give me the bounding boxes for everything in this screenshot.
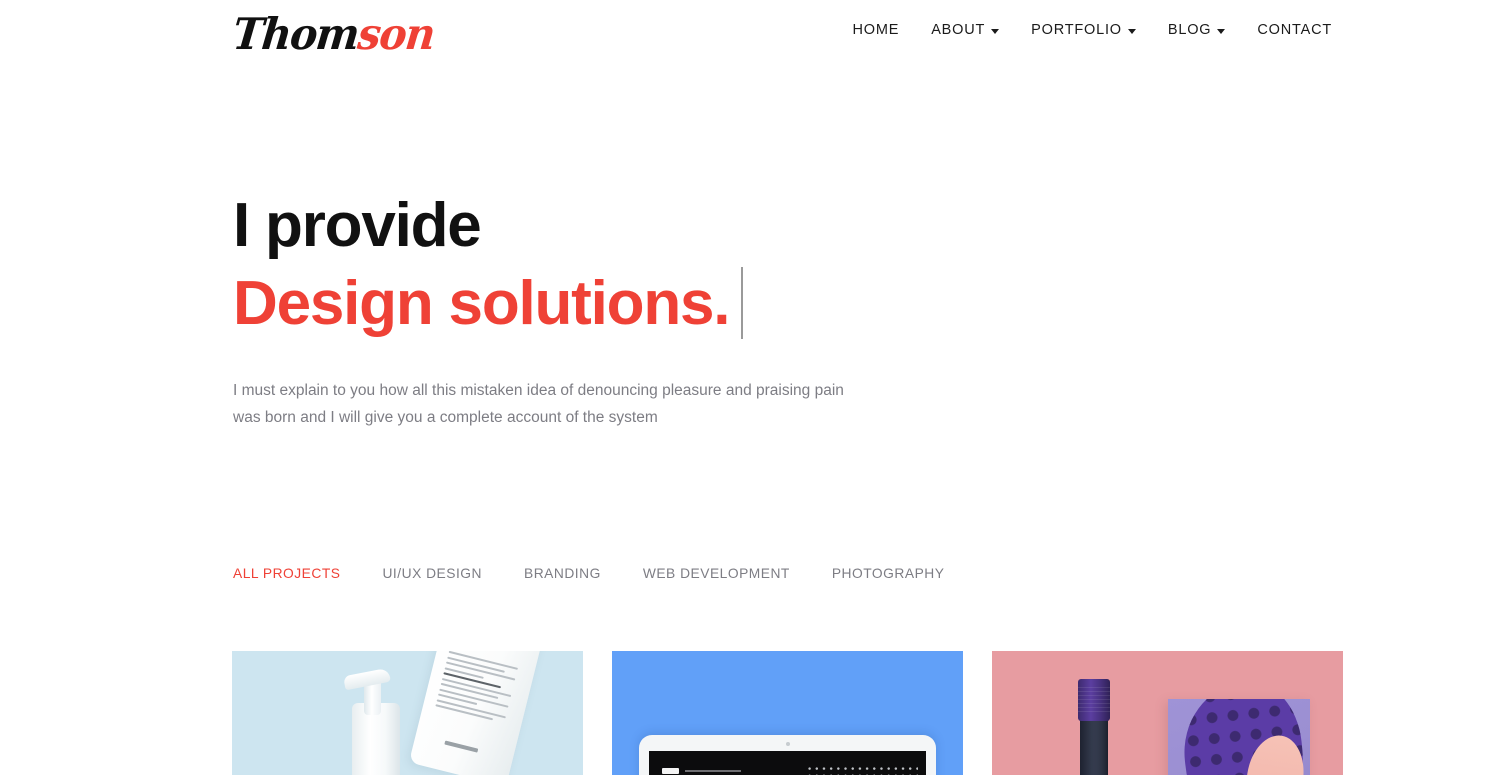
portfolio-card-essential-packaging[interactable]: COLLECTION Essential <box>992 651 1343 775</box>
chevron-down-icon <box>991 29 1000 34</box>
nav-item-home-label: HOME <box>852 22 900 38</box>
camera-icon <box>785 742 790 746</box>
main-navigation: HOME ABOUT PORTFOLIO BLOG CONTACT <box>837 22 1349 38</box>
site-logo[interactable]: Thomson <box>230 8 436 60</box>
portfolio-filter-bar: ALL PROJECTS UI/UX DESIGN BRANDING WEB D… <box>233 566 986 581</box>
nav-item-home[interactable]: HOME <box>837 22 916 38</box>
filter-web-development[interactable]: WEB DEVELOPMENT <box>643 566 790 581</box>
logo-wordmark: Thomson <box>230 8 436 59</box>
nav-item-contact[interactable]: CONTACT <box>1241 22 1348 38</box>
labeled-bottle <box>408 651 548 775</box>
label-text-lines <box>434 651 522 728</box>
chevron-down-icon <box>1127 29 1136 34</box>
nav-item-portfolio-label: PORTFOLIO <box>1031 22 1122 38</box>
nav-item-about-label: ABOUT <box>931 22 986 38</box>
tablet-screen <box>649 751 926 775</box>
filter-ui-ux-design[interactable]: UI/UX DESIGN <box>382 566 482 581</box>
filter-all-projects[interactable]: ALL PROJECTS <box>233 566 340 581</box>
screen-logo-badge <box>662 768 679 774</box>
screen-text-rule <box>685 770 741 772</box>
logo-text-accent: son <box>355 8 437 59</box>
essential-poster: COLLECTION Essential <box>1168 699 1310 775</box>
portfolio-card-tablet-mockup[interactable] <box>612 651 963 775</box>
hero-heading-line-2-row: Design solutions. <box>233 267 1133 340</box>
nav-item-blog-label: BLOG <box>1167 22 1212 38</box>
filter-photography[interactable]: PHOTOGRAPHY <box>832 566 945 581</box>
page-root: Thomson HOME ABOUT PORTFOLIO BLOG CONTAC… <box>0 0 1503 775</box>
label-line <box>437 693 477 705</box>
typing-cursor <box>741 267 744 340</box>
portfolio-card-cosmetic-bottles[interactable] <box>232 651 583 775</box>
nav-item-contact-label: CONTACT <box>1257 22 1332 38</box>
nav-item-portfolio[interactable]: PORTFOLIO <box>1015 22 1152 38</box>
tube-cap-ridges <box>1078 687 1110 713</box>
nav-item-blog[interactable]: BLOG <box>1152 22 1242 38</box>
logo-text-primary: Thom <box>230 8 361 59</box>
tablet-device <box>639 735 936 775</box>
nav-item-about[interactable]: ABOUT <box>915 22 1015 38</box>
cosmetic-tube-cap <box>1078 679 1110 721</box>
site-header: Thomson HOME ABOUT PORTFOLIO BLOG CONTAC… <box>0 0 1503 70</box>
hero-heading-line-2: Design solutions. <box>233 268 731 338</box>
screen-dot-grid <box>806 765 918 775</box>
filter-branding[interactable]: BRANDING <box>524 566 601 581</box>
portfolio-grid: COLLECTION Essential <box>232 651 1344 775</box>
hero-paragraph: I must explain to you how all this mista… <box>233 382 844 427</box>
label-footer-bar <box>444 740 479 753</box>
hero-heading-line-1: I provide <box>233 191 482 260</box>
chevron-down-icon <box>1217 29 1226 34</box>
hero-section: I provide Design solutions. I must expla… <box>233 190 1133 431</box>
